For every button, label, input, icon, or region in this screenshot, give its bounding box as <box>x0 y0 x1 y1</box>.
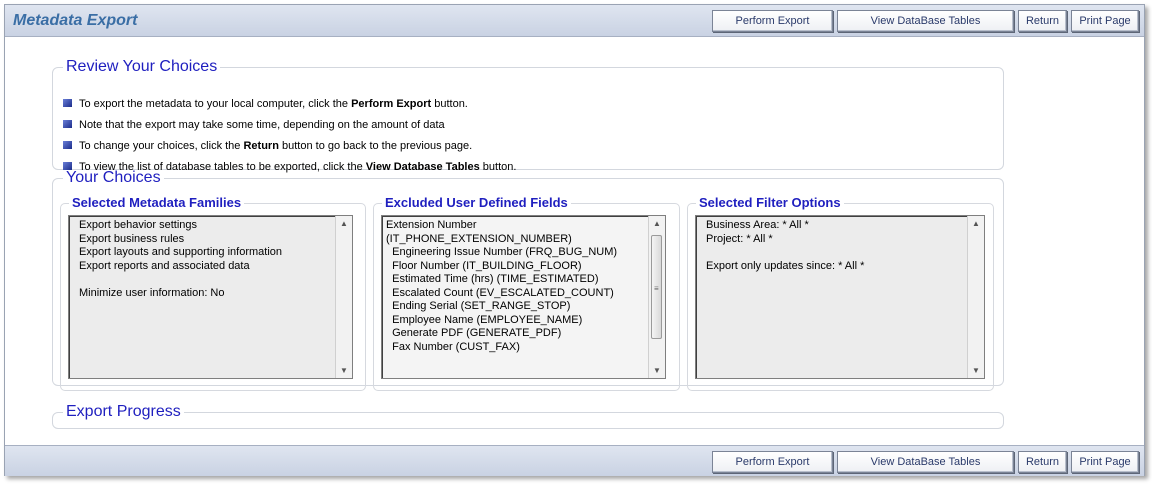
return-button[interactable]: Return <box>1018 451 1067 473</box>
metadata-families-text: Export behavior settings Export business… <box>79 219 283 299</box>
review-choices-section: Review Your Choices To export the metada… <box>52 58 1004 173</box>
excluded-fields-panel: Excluded User Defined Fields Extension N… <box>373 195 680 391</box>
scroll-down-icon[interactable]: ▼ <box>340 366 348 375</box>
filter-options-panel: Selected Filter Options Business Area: *… <box>687 195 994 391</box>
export-progress-section: Export Progress <box>52 403 1004 429</box>
print-page-button[interactable]: Print Page <box>1071 451 1139 473</box>
scrollbar-thumb[interactable]: ≡ <box>651 235 662 339</box>
excluded-fields-title: Excluded User Defined Fields <box>382 195 571 210</box>
scroll-down-icon[interactable]: ▼ <box>653 366 661 375</box>
return-button[interactable]: Return <box>1018 10 1067 32</box>
metadata-families-panel: Selected Metadata Families Export behavi… <box>60 195 366 391</box>
excluded-fields-list[interactable]: Extension Number (IT_PHONE_EXTENSION_NUM… <box>381 215 666 379</box>
scrollbar[interactable]: ▲ ▼ <box>335 216 352 378</box>
filter-options-text: Business Area: * All * Project: * All * … <box>706 219 865 272</box>
scroll-down-icon[interactable]: ▼ <box>972 366 980 375</box>
scroll-up-icon[interactable]: ▲ <box>972 219 980 228</box>
scroll-up-icon[interactable]: ▲ <box>653 219 661 228</box>
bullet-icon <box>63 99 72 108</box>
review-choices-legend: Review Your Choices <box>66 58 218 75</box>
your-choices-section: Your Choices Selected Metadata Families … <box>52 169 1004 391</box>
excluded-fields-text: Extension Number (IT_PHONE_EXTENSION_NUM… <box>386 219 618 353</box>
filter-options-title: Selected Filter Options <box>696 195 844 210</box>
instruction-item: To change your choices, click the Return… <box>63 136 516 157</box>
bullet-icon <box>63 141 72 150</box>
your-choices-legend: Your Choices <box>66 169 161 186</box>
grip-icon: ≡ <box>654 284 659 293</box>
header-bar: Metadata Export Perform Export View Data… <box>5 5 1144 37</box>
bullet-icon <box>63 120 72 129</box>
export-progress-legend: Export Progress <box>66 403 181 420</box>
scroll-up-icon[interactable]: ▲ <box>340 219 348 228</box>
scrollbar[interactable]: ▲ ▼ <box>967 216 984 378</box>
view-database-tables-button[interactable]: View DataBase Tables <box>837 451 1014 473</box>
perform-export-button[interactable]: Perform Export <box>712 451 833 473</box>
filter-options-list[interactable]: Business Area: * All * Project: * All * … <box>695 215 985 379</box>
instruction-item: To export the metadata to your local com… <box>63 94 516 115</box>
metadata-families-title: Selected Metadata Families <box>69 195 245 210</box>
review-instructions: To export the metadata to your local com… <box>63 94 516 178</box>
print-page-button[interactable]: Print Page <box>1071 10 1139 32</box>
perform-export-button[interactable]: Perform Export <box>712 10 833 32</box>
page-title: Metadata Export <box>13 12 138 29</box>
scrollbar[interactable]: ▲ ≡ ▼ <box>648 216 665 378</box>
view-database-tables-button[interactable]: View DataBase Tables <box>837 10 1014 32</box>
metadata-families-list[interactable]: Export behavior settings Export business… <box>68 215 353 379</box>
export-window: Metadata Export Perform Export View Data… <box>4 4 1145 476</box>
instruction-item: Note that the export may take some time,… <box>63 115 516 136</box>
footer-bar: Perform Export View DataBase Tables Retu… <box>5 445 1144 476</box>
